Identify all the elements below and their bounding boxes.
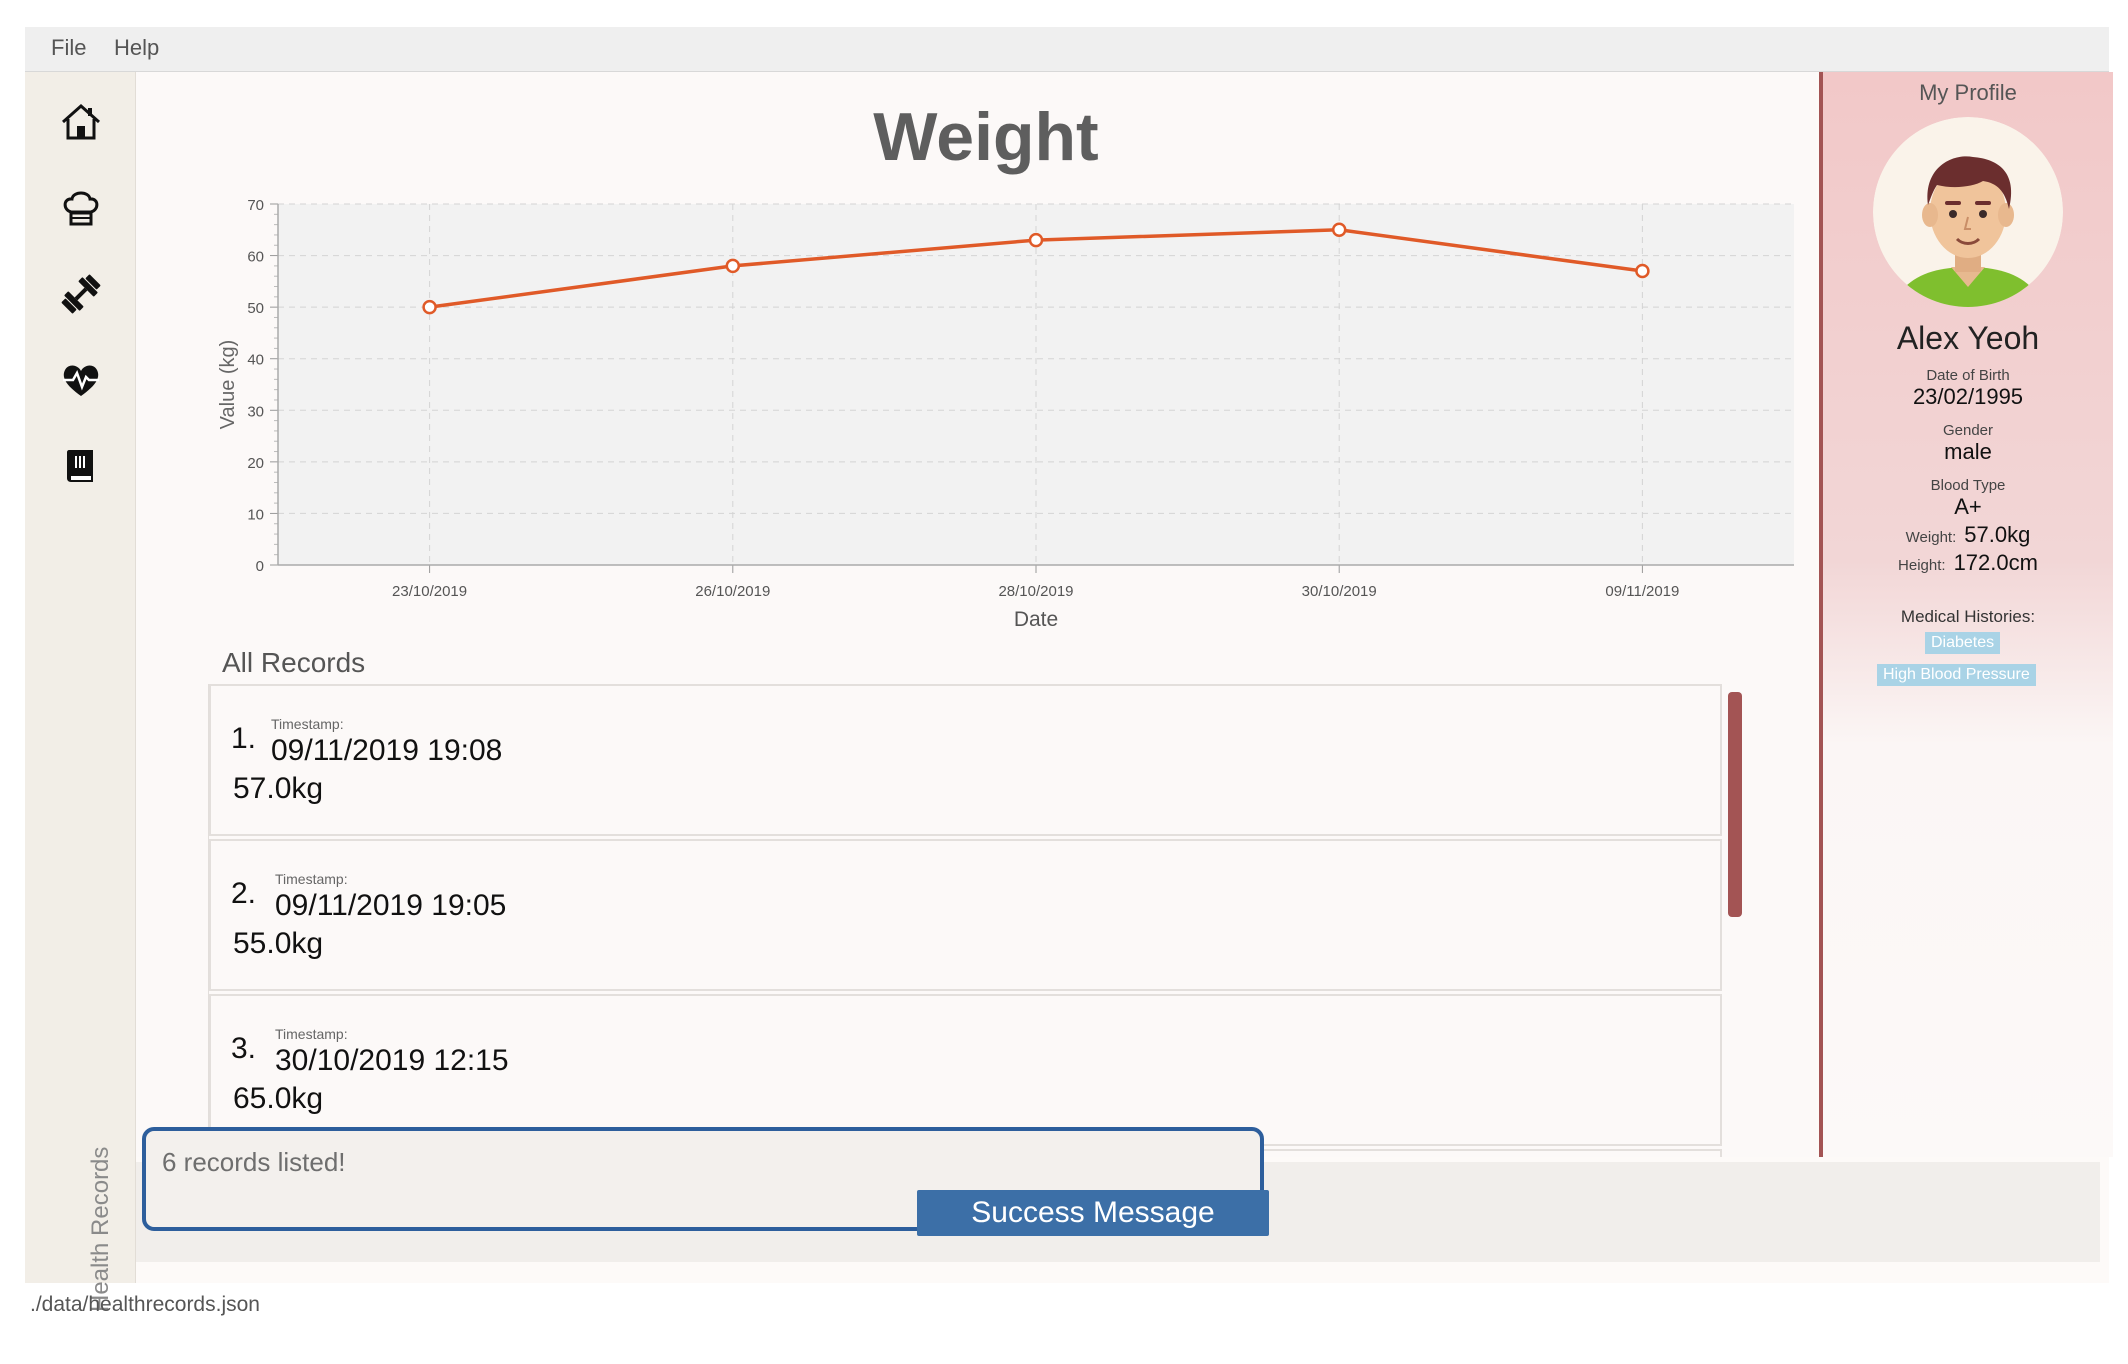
blood-type-value: A+ (1954, 494, 1982, 519)
weight-value: 57.0kg (1964, 522, 2031, 547)
timestamp-label: Timestamp: (271, 716, 344, 732)
data-point (725, 258, 741, 274)
y-tick-label: 20 (247, 455, 264, 472)
nav-health-button[interactable] (55, 354, 107, 406)
menu-help[interactable]: Help (114, 35, 159, 61)
nav-home-button[interactable] (55, 96, 107, 148)
record-timestamp: 09/11/2019 19:08 (271, 734, 503, 767)
heartbeat-icon (63, 365, 99, 396)
record-value: 65.0kg (233, 1082, 324, 1115)
y-tick-label: 0 (256, 558, 264, 575)
record-timestamp: 30/10/2019 12:15 (275, 1044, 509, 1077)
nav-recipe-book-button[interactable] (55, 440, 107, 492)
timestamp-label: Timestamp: (275, 871, 348, 887)
record-index: 3. (231, 1032, 257, 1065)
menu-file[interactable]: File (51, 35, 86, 61)
record-timestamp: 09/11/2019 19:05 (275, 889, 507, 922)
x-tick-label: 28/10/2019 (998, 583, 1073, 600)
gender-value: male (1944, 439, 1992, 464)
x-tick-label: 30/10/2019 (1302, 583, 1377, 600)
record-index: 2. (231, 877, 257, 910)
y-tick-label: 50 (247, 300, 264, 317)
blood-type-label: Blood Type (1930, 477, 2006, 494)
record-value: 55.0kg (233, 927, 324, 960)
x-tick-label: 09/11/2019 (1605, 583, 1679, 600)
medical-tag: Diabetes (1925, 632, 2001, 654)
nav-diet-button[interactable] (55, 182, 107, 234)
x-tick-label: 26/10/2019 (695, 583, 770, 600)
profile-header: My Profile (1919, 80, 2017, 105)
status-bar-path: ./data/healthrecords.json (30, 1293, 260, 1316)
x-axis-label: Date (1014, 608, 1058, 631)
home-icon (62, 103, 100, 140)
data-point (1635, 263, 1650, 279)
data-point (1331, 222, 1347, 238)
profile-name: Alex Yeoh (1896, 320, 2040, 356)
weight-label: Weight: (1905, 529, 1957, 546)
y-tick-label: 10 (247, 506, 264, 523)
avatar (1873, 117, 2063, 307)
dob-label: Date of Birth (1926, 367, 2010, 384)
weight-row: Weight: 57.0kg (1823, 522, 2113, 548)
app-window: File Help Health Records Weight 0 10 20 … (25, 27, 2113, 1312)
x-tick-label: 23/10/2019 (392, 583, 467, 600)
section-label: Health Records (87, 1146, 114, 1312)
height-label: Height: (1898, 557, 1946, 574)
record-card[interactable]: 3. Timestamp: 30/10/2019 12:15 65.0kg (209, 994, 1722, 1146)
record-value: 57.0kg (233, 772, 324, 805)
timestamp-label: Timestamp: (275, 1026, 348, 1042)
nav-exercise-button[interactable] (55, 268, 107, 320)
record-card[interactable]: 1. Timestamp: 09/11/2019 19:08 57.0kg (209, 684, 1722, 836)
menu-bar: File Help (25, 27, 2109, 72)
medical-histories-title: Medical Histories: (1900, 607, 2036, 626)
side-nav: Health Records (25, 72, 136, 1312)
data-point (422, 299, 437, 315)
success-banner: Success Message (917, 1190, 1269, 1236)
y-axis-label: Value (kg) (217, 340, 239, 430)
records-scrollbar[interactable] (1728, 692, 1742, 917)
height-value: 172.0cm (1953, 550, 2038, 575)
medical-tag: High Blood Pressure (1877, 664, 2036, 686)
record-card[interactable]: 2. Timestamp: 09/11/2019 19:05 55.0kg (209, 839, 1722, 991)
profile-panel: My Profile Alex Yeoh Date of Birth 23/02… (1819, 72, 2113, 1157)
y-tick-label: 40 (247, 352, 264, 369)
y-tick-label: 30 (247, 403, 264, 420)
gender-label: Gender (1942, 422, 1994, 439)
dumbbell-icon (61, 274, 101, 314)
y-tick-label: 70 (247, 197, 264, 214)
book-icon (67, 450, 93, 482)
records-title: All Records (222, 647, 366, 678)
records-list[interactable]: 1. Timestamp: 09/11/2019 19:08 57.0kg 2.… (208, 684, 1724, 1157)
weight-chart: 0 10 20 30 40 50 60 70 23/10/2019 26/10/2019 28/10… (217, 197, 1794, 631)
chef-hat-icon (63, 191, 99, 226)
dob-value: 23/02/1995 (1912, 384, 2024, 409)
height-row: Height: 172.0cm (1823, 550, 2113, 576)
record-index: 1. (231, 722, 257, 755)
y-tick-label: 60 (247, 249, 264, 266)
main-panel: Weight 0 10 20 30 40 50 60 70 23/10/2019 26/10/20… (136, 72, 1816, 1157)
result-message: 6 records listed! (162, 1147, 346, 1177)
data-point (1028, 232, 1044, 248)
